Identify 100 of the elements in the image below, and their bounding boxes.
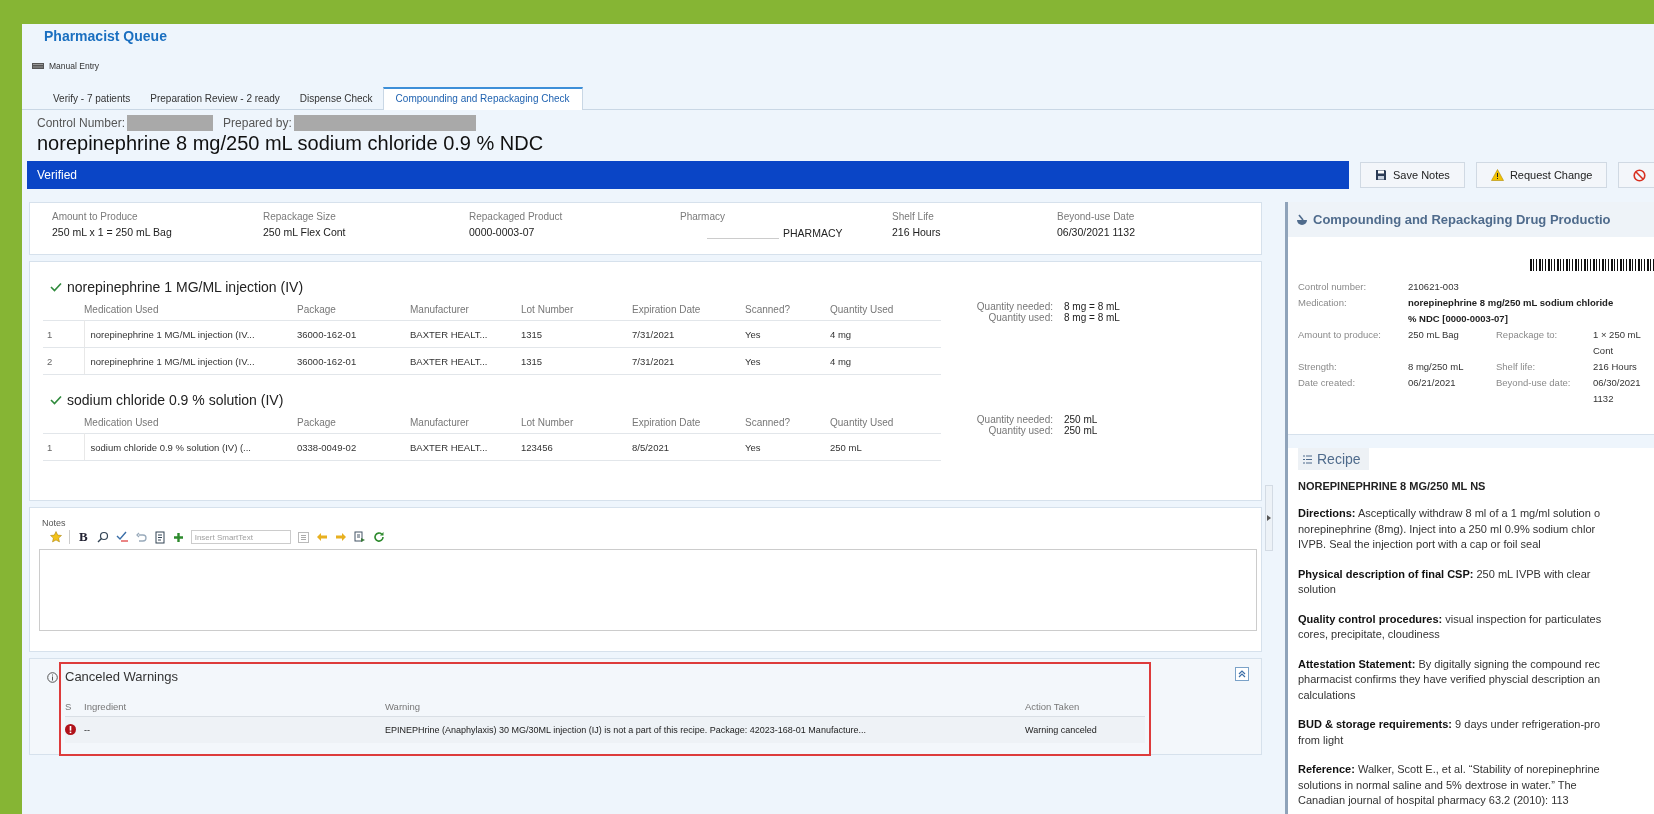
recipe-paragraph: Quality control procedures: visual inspection for particulates cores, precipitate, cloudiness — [1298, 611, 1603, 642]
panel-title: Compounding and Repackaging Drug Productio — [1313, 212, 1611, 227]
collapse-button[interactable] — [1235, 667, 1249, 681]
cancel-button[interactable] — [1618, 162, 1654, 188]
notes-label: Notes — [42, 518, 66, 528]
manual-entry-link[interactable]: Manual Entry — [49, 61, 100, 71]
column-header: Manufacturer — [410, 303, 469, 315]
search-icon[interactable] — [96, 531, 109, 543]
column-header: S — [65, 700, 72, 712]
recipe-paragraph: Physical description of final CSP: 250 mL IVPB with clear solution — [1298, 566, 1592, 597]
error-icon — [65, 723, 76, 735]
row-number: 2 — [47, 355, 53, 367]
table-cell: 4 mg — [830, 355, 852, 367]
table-cell: 123456 — [521, 441, 553, 453]
field-value: 250 mL x 1 = 250 mL Bag — [52, 226, 172, 238]
detail-label: Amount to produce: — [1298, 328, 1382, 342]
refresh-icon[interactable] — [372, 531, 385, 543]
table-cell: 250 mL — [830, 441, 862, 453]
table-cell: 8/5/2021 — [632, 441, 669, 453]
table-cell: 1315 — [521, 328, 543, 340]
bold-tool[interactable]: B — [77, 529, 90, 545]
detail-value: 06/21/2021 — [1408, 376, 1457, 390]
table-cell: Yes — [745, 441, 761, 453]
table-cell: Yes — [745, 355, 761, 367]
splitter-handle[interactable] — [1265, 485, 1273, 551]
column-header: Quantity Used — [830, 303, 894, 315]
tab[interactable]: Compounding and Repackaging Check — [382, 87, 583, 110]
notes-field[interactable] — [39, 549, 1257, 631]
column-header: Expiration Date — [632, 416, 701, 428]
smarttext-field[interactable]: Insert SmartText — [190, 530, 291, 544]
field-label: Beyond-use Date — [1057, 211, 1135, 222]
table-cell: 7/31/2021 — [632, 328, 675, 340]
quantity-label: Quantity needed: — [975, 301, 1053, 312]
column-header: Ingredient — [84, 700, 127, 712]
info-icon — [47, 672, 58, 683]
tab[interactable]: Verify - 7 patients — [43, 89, 141, 109]
detail-value: 216 Hours — [1593, 360, 1638, 374]
double-chevron-icon — [1238, 670, 1246, 678]
column-header: Action Taken — [1025, 700, 1080, 712]
recipe-heading: NOREPINEPHRINE 8 MG/250 ML NS — [1298, 480, 1487, 492]
table-cell: 0338-0049-02 — [297, 441, 357, 453]
column-header: Lot Number — [521, 416, 574, 428]
tab[interactable]: Preparation Review - 2 ready — [140, 89, 290, 109]
table-cell: norepinephrine 1 MG/ML injection (IV... — [90, 328, 255, 340]
table-cell: 4 mg — [830, 328, 852, 340]
table-cell: 1315 — [521, 355, 543, 367]
recipe-paragraph: Reference: Walker, Scott E., et al. “Stability of norepinephrine solutions in normal saline and 5% dextrose in water.” The Canadian journal of hospital pharmacy 63.2 (2010): 113 — [1298, 762, 1601, 808]
field-label: Pharmacy — [680, 211, 725, 222]
field-value: PHARMACY — [783, 227, 843, 239]
star-icon[interactable] — [50, 531, 62, 543]
column-header: Package — [297, 416, 336, 428]
plus-icon[interactable] — [172, 531, 184, 543]
list-icon — [1303, 454, 1312, 464]
product-title: norepinephrine 8 mg/250 mL sodium chloride 0.9 % NDC — [37, 131, 544, 155]
action-button[interactable]: Request Change — [1475, 162, 1608, 188]
recipe-paragraph: Attestation Statement: By digitally signing the compound rec pharmacist confirms they have verified physcial description an calculations — [1298, 656, 1602, 703]
document-icon[interactable] — [153, 530, 166, 544]
recipe-paragraph: BUD & storage requirements: 9 days under refrigeration-pro from light — [1298, 717, 1601, 748]
table-cell: EPINEPHrine (Anaphylaxis) 30 MG/30ML injection (IJ) is not a part of this recipe. Package: 42023-168-01 Manufacture... — [385, 725, 866, 735]
table-cell: 7/31/2021 — [632, 355, 675, 367]
detail-label: Strength: — [1298, 360, 1338, 374]
table-cell: 36000-162-01 — [297, 328, 357, 340]
quantity-value: 250 mL — [1064, 414, 1098, 425]
list-icon[interactable] — [297, 531, 309, 543]
field-value: 216 Hours — [892, 226, 941, 238]
cancel-icon — [1633, 168, 1647, 182]
undo-icon[interactable] — [135, 531, 147, 543]
table-cell: Warning canceled — [1025, 725, 1097, 735]
mortar-icon — [1296, 213, 1308, 226]
prepared-by-label: Prepared by: — [223, 116, 292, 130]
column-header: Lot Number — [521, 303, 574, 315]
action-button[interactable]: Save Notes — [1360, 162, 1465, 188]
column-header: Medication Used — [84, 303, 159, 315]
quantity-value: 8 mg = 8 mL — [1064, 312, 1120, 323]
app-title: Pharmacist Queue — [44, 27, 167, 45]
detail-value: norepinephrine 8 mg/250 mL sodium chloride % NDC [0000-0003-07] — [1408, 296, 1615, 326]
status-bar: Verified — [27, 161, 1349, 189]
table-cell: 36000-162-01 — [297, 355, 357, 367]
field-label: Shelf Life — [892, 211, 934, 222]
document-icon[interactable] — [353, 531, 366, 543]
spellcheck-icon[interactable] — [115, 531, 129, 543]
warning-icon — [1490, 169, 1504, 181]
detail-value: 8 mg/250 mL — [1408, 360, 1465, 374]
column-header: Quantity Used — [830, 416, 894, 428]
column-header: Scanned? — [745, 303, 791, 315]
save-icon — [1375, 169, 1387, 181]
ingredient-title: norepinephrine 1 MG/ML injection (IV) — [67, 279, 304, 295]
detail-label: Beyond-use date: — [1496, 376, 1572, 390]
quantity-label: Quantity used: — [988, 312, 1053, 323]
recipe-paragraph: Directions: Asceptically withdraw 8 ml of a 1 mg/ml solution o norepinephrine (8mg). Inject into a 250 ml 0.9% sodium chlor IVPB. Seal the injection port with a cap or foil seal — [1298, 506, 1601, 552]
column-header: Expiration Date — [632, 303, 701, 315]
ingredient-title: sodium chloride 0.9 % solution (IV) — [67, 392, 284, 408]
table-cell: BAXTER HEALT... — [410, 328, 488, 340]
control-number-label: Control Number: — [37, 116, 126, 130]
detail-label: Repackage to: — [1496, 328, 1559, 342]
tab[interactable]: Dispense Check — [289, 89, 383, 109]
detail-label: Shelf life: — [1496, 360, 1537, 374]
keyboard-icon — [32, 63, 44, 69]
detail-value: 06/30/2021 1132 — [1593, 376, 1642, 406]
table-cell: norepinephrine 1 MG/ML injection (IV... — [90, 355, 255, 367]
